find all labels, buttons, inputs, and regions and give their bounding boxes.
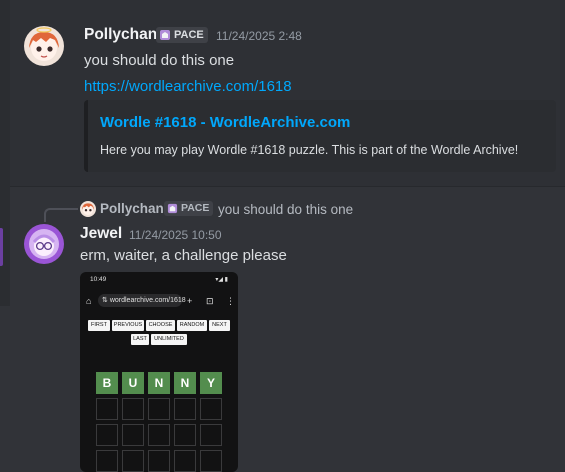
status-bar-time: 10:49 (90, 276, 107, 283)
wordle-tile-empty (122, 424, 144, 446)
wordle-tile-empty (122, 450, 144, 472)
wordle-nav-button: PREVIOUS (112, 320, 144, 331)
reply-avatar[interactable] (80, 201, 96, 217)
wordle-nav-button: UNLIMITED (151, 334, 187, 345)
wordle-tile-empty (96, 398, 118, 420)
guild-tag-label: PACE (174, 29, 204, 41)
link-embed: Wordle #1618 - WordleArchive.com Here yo… (84, 100, 556, 172)
wordle-tile-empty (148, 398, 170, 420)
jewel-avatar[interactable] (24, 224, 64, 264)
wordle-tile-empty (200, 424, 222, 446)
embed-description: Here you may play Wordle #1618 puzzle. T… (100, 143, 519, 157)
wordle-nav-button: LAST (131, 334, 149, 345)
wordle-tile: N (174, 372, 196, 394)
message-text: erm, waiter, a challenge please (80, 247, 287, 264)
wordle-tile-empty (174, 424, 196, 446)
wordle-tile: Y (200, 372, 222, 394)
pollychan-avatar[interactable] (24, 26, 64, 66)
wordle-nav-button: RANDOM (177, 320, 207, 331)
image-attachment[interactable]: 10:49 ▾◢ ▮ ⌂ ⇅ wordlearchive.com/1618 + … (80, 272, 238, 472)
author-name[interactable]: Jewel (80, 225, 122, 243)
wordle-nav-button: CHOOSE (146, 320, 175, 331)
message-link[interactable]: https://wordlearchive.com/1618 (84, 78, 292, 95)
wordle-tile-empty (148, 424, 170, 446)
reply-guild-tag-label: PACE (181, 202, 210, 214)
address-bar-url: ⇅ wordlearchive.com/1618 (102, 296, 186, 304)
author-name[interactable]: Pollychan (84, 26, 157, 44)
status-bar-icons: ▾◢ ▮ (215, 277, 228, 283)
wordle-tile: N (148, 372, 170, 394)
reply-guild-tag-icon (167, 203, 178, 214)
browser-menu-icon: ⋮ (226, 296, 235, 306)
embed-title[interactable]: Wordle #1618 - WordleArchive.com (100, 114, 350, 131)
message-divider (10, 186, 565, 187)
wordle-tile-empty (96, 424, 118, 446)
wordle-tile: B (96, 372, 118, 394)
wordle-tile-empty (200, 450, 222, 472)
unread-indicator (0, 228, 3, 266)
new-tab-icon: + (187, 296, 193, 306)
timestamp[interactable]: 11/24/2025 2:48 (216, 29, 302, 43)
wordle-tile-empty (200, 398, 222, 420)
tabs-icon: ⊡ (206, 296, 214, 306)
home-icon: ⌂ (86, 296, 92, 306)
guild-tag[interactable]: PACE (156, 27, 208, 43)
timestamp[interactable]: 11/24/2025 10:50 (129, 228, 222, 242)
reply-author-name[interactable]: Pollychan (100, 201, 164, 216)
wordle-tile-empty (174, 398, 196, 420)
message-text: you should do this one (84, 52, 235, 69)
site-settings-icon: ⇅ (102, 297, 108, 304)
wordle-tile-empty (122, 398, 144, 420)
wordle-tile-empty (96, 450, 118, 472)
reply-preview-text[interactable]: you should do this one (218, 202, 353, 217)
wordle-tile: U (122, 372, 144, 394)
guild-tag-icon (160, 30, 170, 40)
reply-connector (44, 208, 78, 222)
wordle-nav-button: FIRST (88, 320, 110, 331)
wordle-tile-empty (174, 450, 196, 472)
wordle-tile-empty (148, 450, 170, 472)
address-bar-text: wordlearchive.com/1618 (109, 297, 186, 304)
wordle-nav-button: NEXT (209, 320, 230, 331)
reply-guild-tag[interactable]: PACE (164, 201, 214, 216)
